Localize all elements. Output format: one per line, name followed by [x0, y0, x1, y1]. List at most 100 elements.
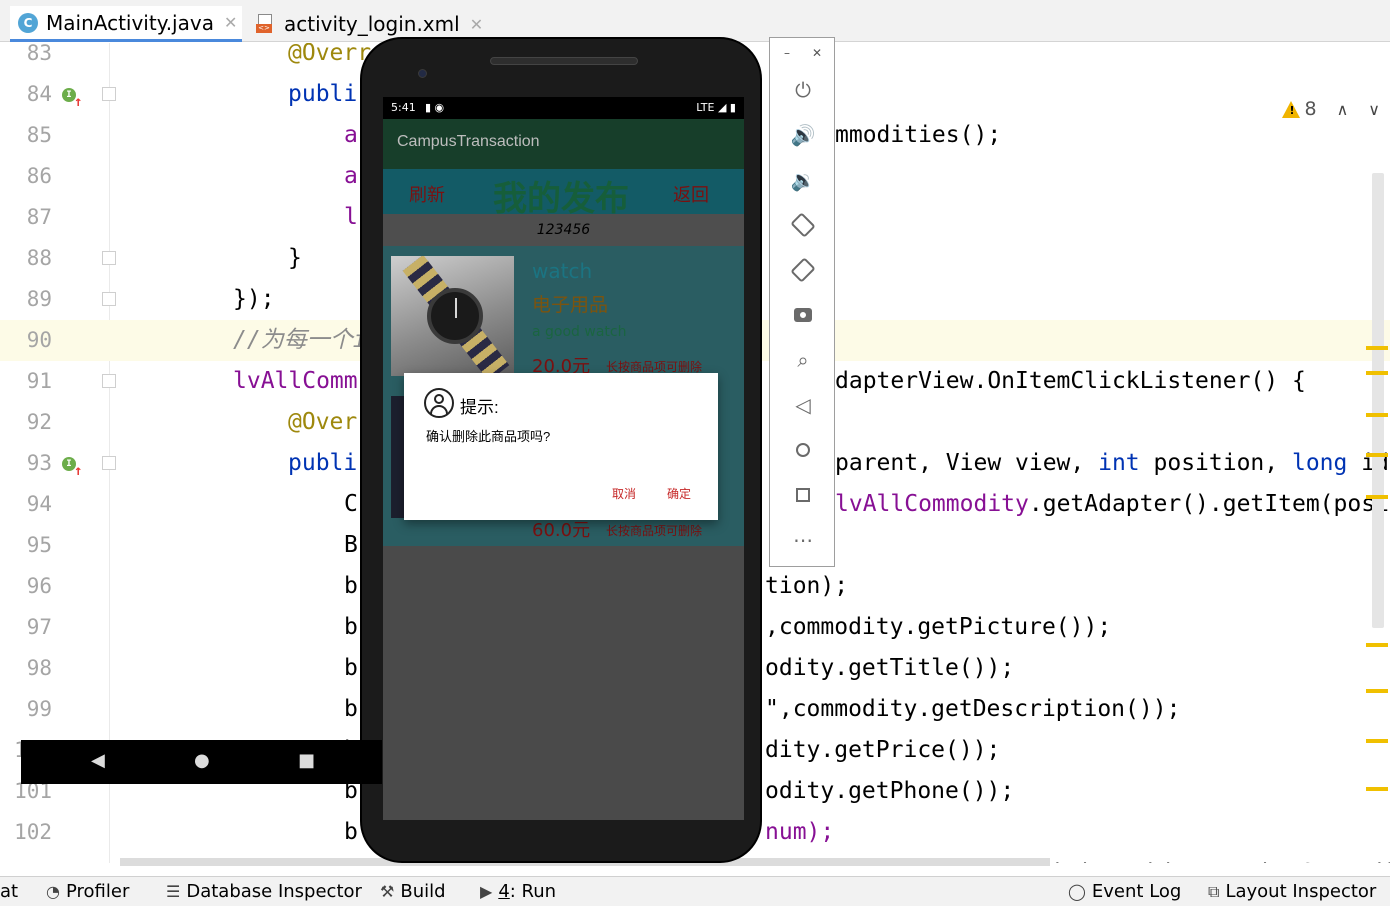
line-number: 96	[26, 574, 52, 598]
fold-marker-icon[interactable]	[102, 374, 116, 388]
gauge-icon: ◔	[46, 882, 60, 901]
close-icon[interactable]: ✕	[470, 15, 483, 34]
warning-marker[interactable]	[1366, 371, 1388, 375]
page-title: 我的发布	[493, 179, 629, 219]
android-nav-bar: ◀ ● ■	[21, 740, 382, 784]
power-icon[interactable]: ⏻	[791, 78, 815, 102]
confirm-button[interactable]: 确定	[667, 485, 691, 502]
volume-up-icon[interactable]: 🔊	[791, 123, 816, 147]
code-text: @Over	[288, 409, 358, 435]
close-icon[interactable]: ✕	[812, 46, 822, 60]
code-text: b	[344, 573, 358, 599]
status-time: 5:41	[391, 101, 416, 114]
warning-marker[interactable]	[1366, 643, 1388, 647]
rotate-left-icon[interactable]	[790, 212, 816, 238]
warning-marker[interactable]	[1366, 346, 1388, 350]
code-text: lvAllCommodity.getAdapter().getItem(posi…	[835, 491, 1390, 517]
event-log-button[interactable]: ◯ Event Log	[1068, 881, 1181, 902]
code-text: publi	[288, 450, 358, 476]
warning-marker[interactable]	[1366, 453, 1388, 457]
code-text: });	[233, 286, 275, 312]
line-number: 84	[26, 82, 52, 106]
code-text: mmodities();	[835, 122, 1002, 148]
profiler-button[interactable]: ◔ Profiler	[46, 881, 129, 902]
java-class-icon: C	[18, 12, 38, 33]
line-number: 103	[0, 853, 52, 863]
zoom-icon[interactable]: ⌕	[791, 348, 815, 372]
close-icon[interactable]: ✕	[224, 13, 237, 32]
line-number: 83	[26, 43, 52, 65]
vertical-scrollbar[interactable]	[1372, 173, 1384, 628]
layout-inspector-button[interactable]: ⧉ Layout Inspector	[1208, 881, 1376, 902]
tool-window-bar: at ◔ Profiler ☰ Database Inspector ⚒ Build …	[0, 876, 1390, 906]
code-text: odity.getPhone());	[765, 778, 1015, 804]
hammer-icon: ⚒	[380, 882, 395, 901]
code-text: a	[344, 122, 358, 148]
overview-icon[interactable]: ■	[298, 750, 315, 771]
line-number: 86	[26, 164, 52, 188]
refresh-button[interactable]: 刷新	[409, 181, 445, 207]
warning-marker[interactable]	[1366, 495, 1388, 499]
run-button[interactable]: ▶ 4: Run	[480, 881, 556, 902]
editor-tab-bar: C MainActivity.java ✕ <> activity_login.…	[0, 0, 1390, 42]
build-button[interactable]: ⚒ Build	[380, 881, 446, 902]
code-text: odity.getTitle());	[765, 655, 1015, 681]
username-label: 123456	[536, 222, 591, 238]
code-text: tion);	[765, 573, 849, 599]
line-number: 91	[26, 369, 52, 393]
commodity-image	[391, 256, 514, 376]
fold-marker-icon[interactable]	[102, 456, 116, 470]
commodity-list[interactable]: watch 电子用品 a good watch 20.0元 长按商品项可删除 6…	[383, 246, 744, 820]
code-text: parent, View view, int position, long id	[835, 450, 1389, 476]
cancel-button[interactable]: 取消	[612, 485, 636, 502]
line-number: 98	[26, 656, 52, 680]
database-icon: ☰	[166, 882, 181, 901]
code-text: b	[344, 819, 358, 845]
inspection-widget[interactable]: ! 8 ∧ ∨	[1282, 98, 1380, 120]
tool-window-cut[interactable]: at	[0, 881, 18, 902]
database-inspector-button[interactable]: ☰ Database Inspector	[166, 881, 362, 902]
code-text: lvAllComm	[233, 368, 358, 394]
volume-down-icon[interactable]: 🔉	[791, 168, 816, 192]
overview-icon[interactable]	[791, 483, 815, 507]
chevron-up-icon[interactable]: ∧	[1337, 100, 1349, 119]
fold-marker-icon[interactable]	[102, 292, 116, 306]
warning-marker[interactable]	[1366, 739, 1388, 743]
screenshot-icon[interactable]	[791, 303, 815, 327]
line-number: 92	[26, 410, 52, 434]
rotate-right-icon[interactable]	[790, 257, 816, 283]
line-number: 102	[14, 820, 52, 844]
tab-label: activity_login.xml	[284, 12, 460, 36]
implements-method-icon[interactable]: I ↑	[62, 86, 82, 110]
implements-method-icon[interactable]: I ↑	[62, 455, 82, 479]
back-button[interactable]: 返回	[673, 181, 709, 207]
emulator-toolbar: – ✕ ⏻ 🔊 🔉 ⌕ ◁ ⋯	[769, 37, 835, 567]
warning-marker[interactable]	[1366, 787, 1388, 791]
code-text: }	[288, 245, 302, 271]
commodity-title: watch	[532, 259, 593, 283]
back-icon[interactable]: ◁	[791, 393, 815, 417]
speaker-grille	[490, 57, 638, 65]
minimize-icon[interactable]: –	[784, 46, 790, 60]
code-text: @Overr	[288, 43, 372, 66]
code-text: l	[344, 204, 358, 230]
code-text: C	[344, 491, 358, 517]
warning-marker[interactable]	[1366, 689, 1388, 693]
line-number: 88	[26, 246, 52, 270]
notification-icons: ▮ ◉	[425, 101, 445, 114]
more-icon[interactable]: ⋯	[791, 528, 815, 552]
code-text: publi	[288, 81, 358, 107]
home-icon[interactable]: ●	[194, 750, 210, 771]
line-number: 90	[26, 328, 52, 352]
status-bar: 5:41 ▮ ◉ LTE ◢ ▮	[383, 97, 744, 119]
commodity-category: 电子用品	[532, 294, 609, 316]
back-icon[interactable]: ◀	[91, 750, 105, 771]
tab-mainactivity-java[interactable]: C MainActivity.java ✕	[10, 6, 242, 42]
fold-marker-icon[interactable]	[102, 251, 116, 265]
home-icon[interactable]	[791, 438, 815, 462]
dialog-title: 提示:	[460, 398, 499, 417]
fold-marker-icon[interactable]	[102, 87, 116, 101]
warning-marker[interactable]	[1366, 413, 1388, 417]
chevron-down-icon[interactable]: ∨	[1368, 100, 1380, 119]
code-text: b	[344, 696, 358, 722]
